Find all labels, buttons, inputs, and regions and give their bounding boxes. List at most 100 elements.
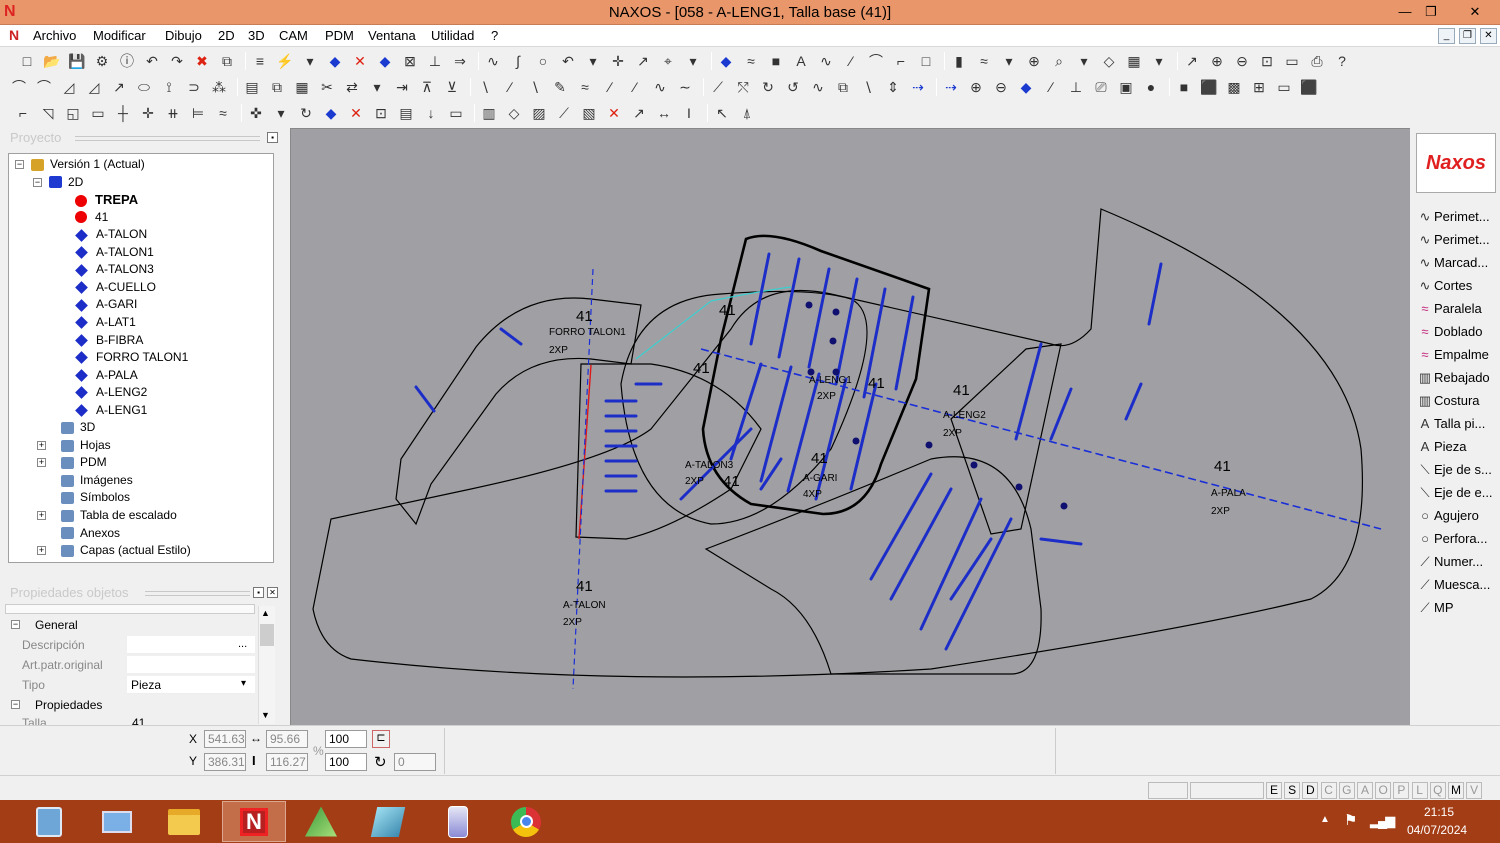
menu-modificar[interactable]: Modificar bbox=[93, 28, 146, 43]
toolbar-tool-icon[interactable]: ∕ bbox=[501, 78, 519, 96]
toolbar-tool-icon[interactable]: ✕ bbox=[347, 104, 365, 122]
toolbar-tool-icon[interactable]: ? bbox=[1333, 52, 1351, 70]
toolbar-tool-icon[interactable]: ▥ bbox=[480, 104, 498, 122]
prop-row-talla[interactable]: Talla 41 bbox=[5, 715, 255, 725]
prop-row-art-patr[interactable]: Art.patr.original bbox=[5, 655, 255, 675]
status-toggle-q[interactable]: Q bbox=[1429, 782, 1446, 799]
toolbar-tool-icon[interactable]: ⬭ bbox=[135, 78, 153, 96]
toolbar-tool-icon[interactable]: ▾ bbox=[301, 52, 319, 70]
tree-item[interactable]: A-LENG1 bbox=[75, 402, 147, 419]
toolbar-tool-icon[interactable]: ▩ bbox=[1225, 78, 1243, 96]
toolbar-tool-icon[interactable]: ⊖ bbox=[1233, 52, 1251, 70]
tree-item[interactable]: Tabla de escalado bbox=[61, 507, 177, 524]
toolbar-tool-icon[interactable]: ▦ bbox=[293, 78, 311, 96]
toolbar-tool-icon[interactable]: ↔ bbox=[655, 104, 673, 122]
tool-empalme[interactable]: ≈ Empalme bbox=[1416, 347, 1498, 369]
tree-item[interactable]: A-LAT1 bbox=[75, 314, 136, 331]
toolbar-tool-icon[interactable]: ⌐ bbox=[892, 52, 910, 70]
tree-item[interactable]: A-TALON1 bbox=[75, 244, 154, 261]
toolbar-tool-icon[interactable]: ▭ bbox=[447, 104, 465, 122]
taskbar-explorer-icon[interactable] bbox=[152, 801, 216, 842]
toolbar-tool-icon[interactable]: ⇒ bbox=[451, 52, 469, 70]
toolbar-tool-icon[interactable]: ◆ bbox=[717, 52, 735, 70]
toolbar-tool-icon[interactable]: ⁄ bbox=[842, 52, 860, 70]
panel-close-icon[interactable]: ✕ bbox=[267, 587, 278, 598]
toolbar-tool-icon[interactable]: A bbox=[792, 52, 810, 70]
toolbar-tool-icon[interactable]: ↺ bbox=[784, 78, 802, 96]
toolbar-tool-icon[interactable]: ▦ bbox=[1125, 52, 1143, 70]
group-general[interactable]: − General bbox=[5, 615, 255, 635]
menu-ventana[interactable]: Ventana bbox=[368, 28, 416, 43]
y-coordinate-field[interactable]: 386.31 bbox=[204, 753, 246, 771]
toolbar-tool-icon[interactable]: ⊻ bbox=[443, 78, 461, 96]
toolbar-tool-icon[interactable]: ▾ bbox=[684, 52, 702, 70]
toolbar-tool-icon[interactable]: ⊕ bbox=[1025, 52, 1043, 70]
tree-item[interactable]: Versión 1 (Actual) bbox=[31, 156, 145, 173]
toolbar-tool-icon[interactable]: ⇄ bbox=[343, 78, 361, 96]
toolbar-tool-icon[interactable]: ⓘ bbox=[118, 52, 136, 70]
toolbar-tool-icon[interactable]: ✂ bbox=[318, 78, 336, 96]
toolbar-tool-icon[interactable]: ▾ bbox=[272, 104, 290, 122]
toolbar-tool-icon[interactable]: ◱ bbox=[64, 104, 82, 122]
prop-row-descripcion[interactable]: Descripción ... bbox=[5, 635, 255, 655]
toolbar-tool-icon[interactable]: ↻ bbox=[759, 78, 777, 96]
toolbar-tool-icon[interactable]: ▨ bbox=[530, 104, 548, 122]
menu-dibujo[interactable]: Dibujo bbox=[165, 28, 202, 43]
toolbar-tool-icon[interactable]: ✎ bbox=[551, 78, 569, 96]
toolbar-tool-icon[interactable]: ∼ bbox=[676, 78, 694, 96]
toolbar-tool-icon[interactable]: ⌕ bbox=[1050, 52, 1068, 70]
toolbar-tool-icon[interactable]: ⧉ bbox=[268, 78, 286, 96]
tray-network-icon[interactable]: ▂▄▆ bbox=[1370, 813, 1395, 829]
toolbar-tool-icon[interactable]: ⊼ bbox=[418, 78, 436, 96]
close-button[interactable]: ✕ bbox=[1458, 2, 1492, 22]
toolbar-tool-icon[interactable]: ⇢ bbox=[942, 78, 960, 96]
toolbar-tool-icon[interactable]: □ bbox=[917, 52, 935, 70]
toolbar-tool-icon[interactable]: ∖ bbox=[476, 78, 494, 96]
clock-date[interactable]: 04/07/2024 bbox=[1407, 823, 1467, 837]
toolbar-tool-icon[interactable]: ≈ bbox=[576, 78, 594, 96]
status-toggle-g[interactable]: G bbox=[1338, 782, 1355, 799]
status-toggle-a[interactable]: A bbox=[1357, 782, 1373, 799]
toolbar-tool-icon[interactable]: ✕ bbox=[605, 104, 623, 122]
tree-item[interactable]: A-LENG2 bbox=[75, 384, 147, 401]
toolbar-tool-icon[interactable]: ⊠ bbox=[401, 52, 419, 70]
toolbar-tool-icon[interactable]: ⍋ bbox=[738, 104, 756, 122]
toolbar-tool-icon[interactable]: ≈ bbox=[742, 52, 760, 70]
menu-cam[interactable]: CAM bbox=[279, 28, 308, 43]
toolbar-tool-icon[interactable]: ⁄ bbox=[626, 78, 644, 96]
expand-icon[interactable]: + bbox=[37, 511, 46, 520]
angle-field[interactable]: 0 bbox=[394, 753, 436, 771]
toolbar-tool-icon[interactable]: ◇ bbox=[1100, 52, 1118, 70]
toolbar-tool-icon[interactable]: ⊕ bbox=[967, 78, 985, 96]
scale-x-field[interactable]: 100 bbox=[325, 730, 367, 748]
tree-item[interactable]: B-FIBRA bbox=[75, 332, 143, 349]
toolbar-tool-icon[interactable]: ≈ bbox=[214, 104, 232, 122]
toolbar-tool-icon[interactable]: I bbox=[680, 104, 698, 122]
toolbar-tool-icon[interactable]: ↗ bbox=[110, 78, 128, 96]
minimize-button[interactable]: — bbox=[1392, 2, 1418, 22]
toolbar-tool-icon[interactable]: ∖ bbox=[526, 78, 544, 96]
taskbar-calculator-icon[interactable] bbox=[17, 801, 81, 842]
toolbar-tool-icon[interactable]: ⊥ bbox=[1067, 78, 1085, 96]
toolbar-tool-icon[interactable]: ⌒ bbox=[867, 52, 885, 70]
tree-item[interactable]: 2D bbox=[49, 174, 83, 191]
toolbar-tool-icon[interactable]: ┼ bbox=[114, 104, 132, 122]
toolbar-tool-icon[interactable]: ▮ bbox=[950, 52, 968, 70]
toolbar-tool-icon[interactable]: ⊞ bbox=[1250, 78, 1268, 96]
tree-item[interactable]: TREPA bbox=[75, 191, 138, 208]
toolbar-tool-icon[interactable]: ⌒ bbox=[10, 78, 28, 96]
tool-talla-pi[interactable]: A Talla pi... bbox=[1416, 416, 1498, 438]
toolbar-tool-icon[interactable]: ✜ bbox=[247, 104, 265, 122]
taskbar-chrome-icon[interactable] bbox=[494, 801, 558, 842]
toolbar-tool-icon[interactable]: ↗ bbox=[634, 52, 652, 70]
toolbar-tool-icon[interactable]: ● bbox=[1142, 78, 1160, 96]
group-propiedades[interactable]: − Propiedades bbox=[5, 695, 255, 715]
expand-icon[interactable]: + bbox=[37, 458, 46, 468]
toolbar-tool-icon[interactable]: □ bbox=[18, 52, 36, 70]
ellipsis-button[interactable]: ... bbox=[238, 638, 247, 650]
toolbar-tool-icon[interactable]: ⌒ bbox=[35, 78, 53, 96]
tree-item[interactable]: A-PALA bbox=[75, 367, 138, 384]
toolbar-tool-icon[interactable]: ∕ bbox=[1042, 78, 1060, 96]
toolbar-tool-icon[interactable]: ◿ bbox=[60, 78, 78, 96]
toolbar-tool-icon[interactable]: ▾ bbox=[1000, 52, 1018, 70]
